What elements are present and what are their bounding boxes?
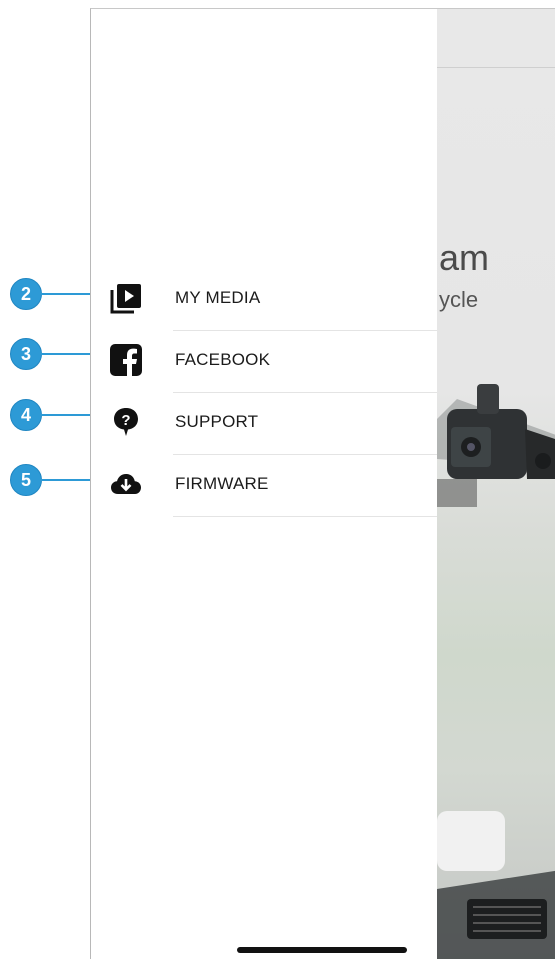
car-dashboard-image xyxy=(437,870,555,959)
background-subtitle: ycle xyxy=(439,287,479,312)
background-button[interactable] xyxy=(437,811,505,871)
background-title: am xyxy=(439,237,490,278)
background-app[interactable]: am ycle xyxy=(437,9,555,959)
help-bubble-icon: ? xyxy=(109,405,143,439)
drawer-menu: MY MEDIA FACEBOOK ? SUPPORT FIRMWARE xyxy=(91,269,437,517)
dashcam-image xyxy=(437,384,555,507)
callout-badge: 5 xyxy=(10,464,42,496)
home-indicator[interactable] xyxy=(237,947,407,953)
menu-item-my-media[interactable]: MY MEDIA xyxy=(91,269,437,331)
menu-item-support[interactable]: ? SUPPORT xyxy=(91,393,437,455)
facebook-icon xyxy=(109,343,143,377)
menu-label: FIRMWARE xyxy=(175,474,269,493)
menu-item-facebook[interactable]: FACEBOOK xyxy=(91,331,437,393)
callout-badge: 4 xyxy=(10,399,42,431)
callout-badge: 2 xyxy=(10,278,42,310)
menu-label: MY MEDIA xyxy=(175,288,261,307)
menu-item-firmware[interactable]: FIRMWARE xyxy=(91,455,437,517)
callout-badge: 3 xyxy=(10,338,42,370)
cloud-download-icon xyxy=(109,467,143,501)
menu-divider xyxy=(173,516,437,517)
side-drawer: MY MEDIA FACEBOOK ? SUPPORT FIRMWARE xyxy=(91,9,437,959)
menu-label: SUPPORT xyxy=(175,412,259,431)
menu-label: FACEBOOK xyxy=(175,350,271,369)
svg-text:?: ? xyxy=(121,412,130,429)
phone-screen: am ycle MY MEDIA FACEBOOK ? SUPPORT FIRM… xyxy=(90,8,555,959)
video-library-icon xyxy=(109,281,143,315)
background-header-divider xyxy=(437,67,555,68)
